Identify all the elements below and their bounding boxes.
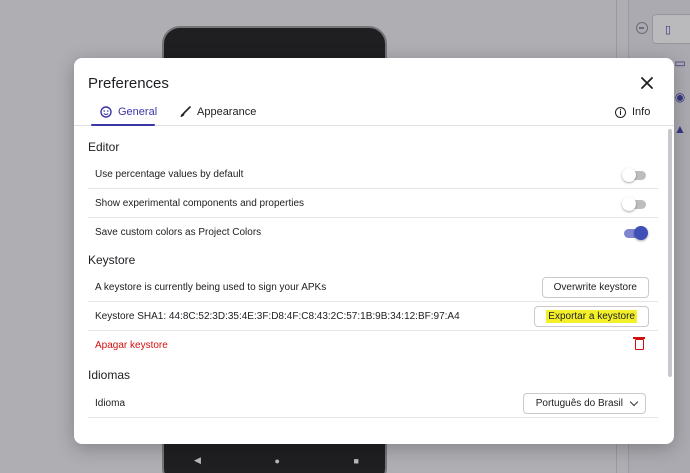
tab-general-label: General bbox=[118, 106, 158, 118]
keystore-sha-row: Keystore SHA1: 44:8C:52:3D:35:4E:3F:D8:4… bbox=[88, 302, 658, 331]
delete-keystore-link[interactable]: Apagar keystore bbox=[95, 340, 168, 351]
keystore-sha-text: Keystore SHA1: 44:8C:52:3D:35:4E:3F:D8:4… bbox=[95, 310, 460, 322]
tab-info[interactable]: i Info bbox=[615, 106, 650, 118]
keystore-status-row: A keystore is currently being used to si… bbox=[88, 273, 658, 302]
close-button[interactable] bbox=[636, 72, 658, 94]
language-label: Idioma bbox=[95, 397, 126, 409]
keystore-status-text: A keystore is currently being used to si… bbox=[95, 281, 327, 293]
chevron-down-icon bbox=[629, 397, 639, 407]
setting-label: Save custom colors as Project Colors bbox=[95, 227, 262, 238]
section-languages-title: Idiomas bbox=[88, 368, 131, 382]
language-select[interactable]: Português do Brasil bbox=[522, 393, 646, 414]
tab-bar: General Appearance i Info bbox=[74, 100, 674, 126]
overwrite-keystore-button[interactable]: Overwrite keystore bbox=[541, 277, 649, 298]
section-editor-title: Editor bbox=[88, 140, 120, 154]
project-colors-toggle[interactable] bbox=[622, 226, 648, 240]
setting-row-experimental: Show experimental components and propert… bbox=[88, 189, 658, 218]
percentage-toggle[interactable] bbox=[622, 168, 648, 182]
active-tab-indicator bbox=[91, 124, 155, 126]
delete-keystore-row[interactable]: Apagar keystore bbox=[88, 331, 658, 360]
language-row: Idioma Português do Brasil bbox=[88, 389, 658, 418]
export-keystore-label: Exportar a keystore bbox=[546, 310, 637, 323]
info-icon: i bbox=[615, 106, 626, 118]
setting-label: Use percentage values by default bbox=[95, 168, 244, 180]
preferences-dialog: Preferences General Appearance i Info Ed… bbox=[74, 58, 674, 444]
setting-row-project-colors: Save custom colors as Project Colors bbox=[88, 218, 658, 247]
dialog-title: Preferences bbox=[88, 75, 169, 92]
tab-appearance[interactable]: Appearance bbox=[179, 106, 256, 118]
scrollbar[interactable] bbox=[668, 129, 672, 377]
trash-icon[interactable] bbox=[633, 337, 645, 350]
close-icon bbox=[641, 77, 653, 89]
experimental-toggle[interactable] bbox=[622, 197, 648, 211]
section-keystore-title: Keystore bbox=[88, 253, 136, 267]
language-select-value: Português do Brasil bbox=[535, 398, 623, 409]
brush-icon bbox=[180, 106, 191, 117]
tab-info-label: Info bbox=[632, 106, 651, 118]
tab-appearance-label: Appearance bbox=[197, 106, 257, 118]
setting-label: Show experimental components and propert… bbox=[95, 197, 305, 209]
emoji-icon bbox=[100, 106, 112, 118]
preferences-body: Editor Use percentage values by default … bbox=[74, 127, 674, 444]
export-keystore-button[interactable]: Exportar a keystore bbox=[534, 306, 649, 327]
setting-row-percentage: Use percentage values by default bbox=[88, 160, 658, 189]
tab-general[interactable]: General bbox=[100, 106, 157, 118]
